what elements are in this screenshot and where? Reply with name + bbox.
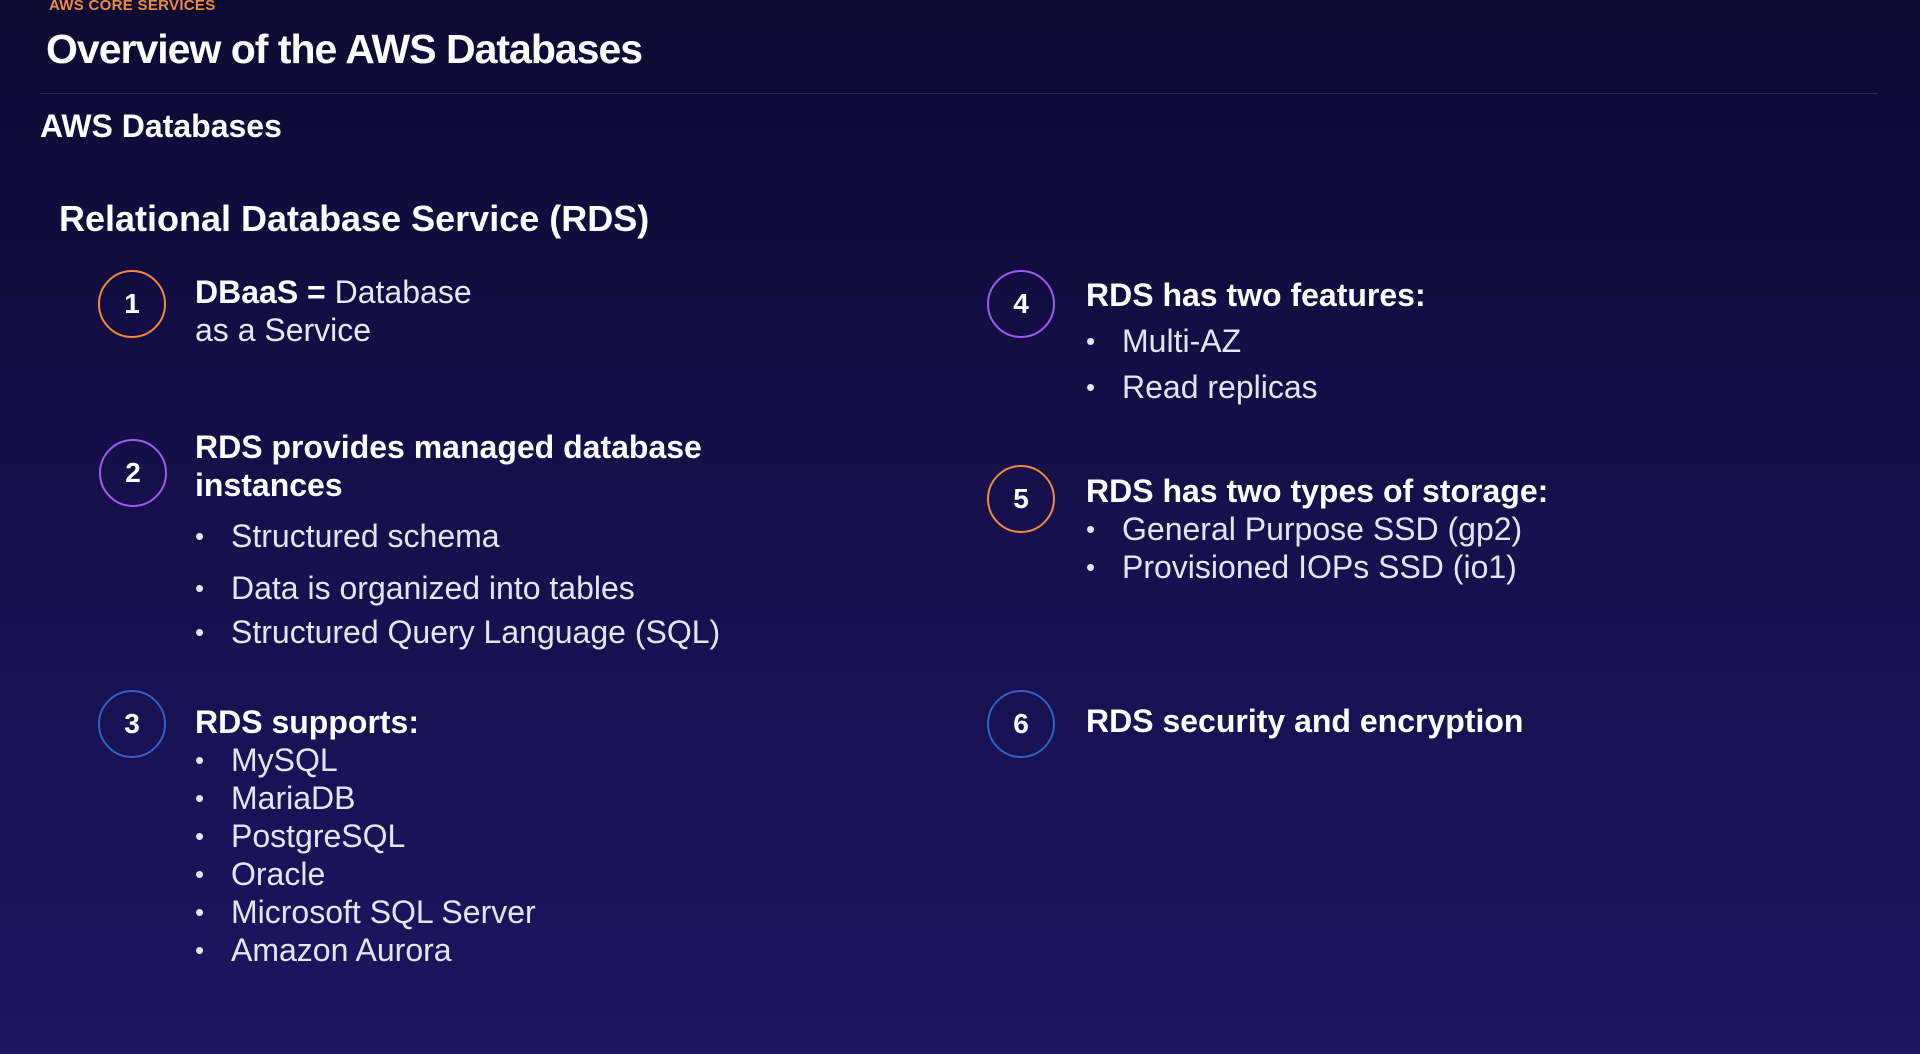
list-item: General Purpose SSD (gp2) (1086, 510, 1522, 548)
list-item: Microsoft SQL Server (195, 893, 536, 931)
item-6-heading: RDS security and encryption (1086, 703, 1524, 739)
item-2-heading-line2: instances (195, 467, 343, 503)
list-item: MySQL (195, 741, 536, 779)
list-item: PostgreSQL (195, 817, 536, 855)
item-2-heading: RDS provides managed database (195, 429, 702, 465)
number-badge-1: 1 (98, 270, 166, 338)
list-item: Structured schema (195, 514, 720, 558)
list-item: MariaDB (195, 779, 536, 817)
header-divider (40, 93, 1878, 94)
item-3-bullets: MySQL MariaDB PostgreSQL Oracle Microsof… (195, 741, 536, 969)
number-badge-5: 5 (987, 465, 1055, 533)
item-5-bullets: General Purpose SSD (gp2) Provisioned IO… (1086, 510, 1522, 586)
list-item: Amazon Aurora (195, 931, 536, 969)
item-4-heading: RDS has two features: (1086, 277, 1426, 313)
number-badge-6: 6 (987, 690, 1055, 758)
list-item: Read replicas (1086, 365, 1318, 409)
item-1-heading-normal: Database (334, 274, 472, 310)
list-item: Oracle (195, 855, 536, 893)
item-1-heading-bold: DBaaS = (195, 274, 335, 310)
list-item: Provisioned IOPs SSD (io1) (1086, 548, 1522, 586)
item-3-heading: RDS supports: (195, 704, 419, 740)
item-4-bullets: Multi-AZ Read replicas (1086, 319, 1318, 409)
item-1-heading-line2: as a Service (195, 312, 372, 348)
list-item: Data is organized into tables (195, 566, 720, 610)
number-badge-3: 3 (98, 690, 166, 758)
item-1-heading: DBaaS = Database (195, 273, 472, 311)
section-title: AWS Databases (40, 108, 282, 144)
list-item: Structured Query Language (SQL) (195, 610, 720, 654)
eyebrow-label: AWS CORE SERVICES (49, 0, 216, 14)
number-badge-4: 4 (987, 270, 1055, 338)
item-5-heading: RDS has two types of storage: (1086, 473, 1549, 509)
subsection-title: Relational Database Service (RDS) (59, 198, 650, 239)
item-2-bullets: Structured schema Data is organized into… (195, 514, 720, 654)
list-item: Multi-AZ (1086, 319, 1318, 363)
number-badge-2: 2 (99, 439, 167, 507)
slide-title: Overview of the AWS Databases (46, 26, 643, 72)
